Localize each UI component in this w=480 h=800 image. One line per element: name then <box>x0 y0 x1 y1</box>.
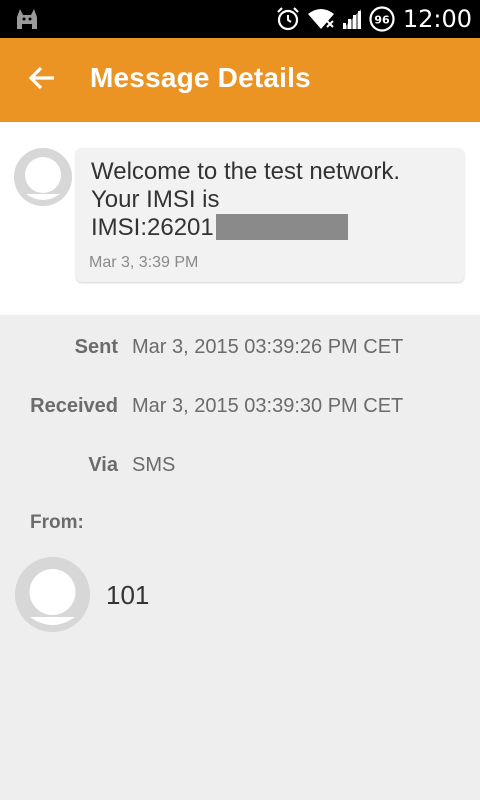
battery-icon: 96 <box>369 6 395 32</box>
message-line-1: Welcome to the test network. <box>91 158 401 185</box>
sender-avatar <box>14 148 72 206</box>
status-bar: 96 12:00 <box>0 0 480 38</box>
via-label: Via <box>88 454 118 476</box>
message-area: Welcome to the test network. Your IMSI i… <box>0 122 480 315</box>
received-label: Received <box>30 395 118 417</box>
back-button[interactable] <box>22 60 62 100</box>
from-label: From: <box>30 512 84 533</box>
contact-number[interactable]: 101 <box>106 580 149 611</box>
sent-value: Mar 3, 2015 03:39:26 PM CET <box>132 336 404 358</box>
cat-notification-icon <box>14 5 40 35</box>
alarm-icon <box>275 6 301 32</box>
message-line-3: IMSI:26201 <box>91 214 451 242</box>
redacted-block <box>215 214 348 240</box>
arrow-left-icon <box>27 63 57 97</box>
contact-avatar[interactable] <box>15 557 90 632</box>
received-value: Mar 3, 2015 03:39:30 PM CET <box>132 395 404 417</box>
wifi-icon <box>307 7 335 31</box>
message-imsi: IMSI:26201 <box>91 214 214 241</box>
message-body: Welcome to the test network. Your IMSI i… <box>91 158 451 242</box>
page-title: Message Details <box>90 62 311 93</box>
message-line-2: Your IMSI is <box>91 186 220 213</box>
sent-label: Sent <box>74 336 118 358</box>
message-timestamp: Mar 3, 3:39 PM <box>89 254 199 271</box>
via-value: SMS <box>132 454 176 476</box>
battery-level: 96 <box>374 14 390 27</box>
signal-icon <box>341 7 363 31</box>
status-clock: 12:00 <box>402 5 472 33</box>
app-bar: Message Details <box>0 38 480 122</box>
person-icon <box>15 557 90 632</box>
person-icon <box>14 148 72 206</box>
message-bubble[interactable]: Welcome to the test network. Your IMSI i… <box>76 148 464 282</box>
